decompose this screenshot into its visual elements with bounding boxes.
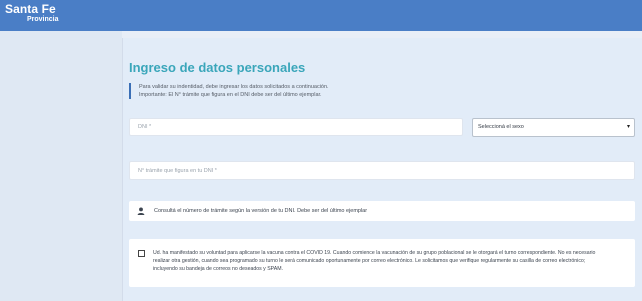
dni-field[interactable] [129,118,463,136]
sexo-select-value: Seleccioná el sexo [478,124,524,130]
left-panel [0,31,122,301]
tramite-info-link[interactable]: Consultá el número de trámite según la v… [129,201,635,221]
notice-line-1: Para validar su indentidad, debe ingresa… [139,84,329,90]
logo-main-text: Santa Fe [5,2,56,16]
consent-box: Ud. ha manifestado su voluntad para apli… [129,239,635,287]
consent-text: Ud. ha manifestado su voluntad para apli… [153,249,623,273]
consent-line-3: incluyendo su bandeja de correos no dese… [153,266,283,272]
tramite-input[interactable] [130,162,634,179]
identity-notice: Para validar su indentidad, debe ingresa… [129,83,429,99]
santa-fe-logo[interactable]: Santa Fe Provincia [5,3,59,23]
notice-line-2: Importante: El N° trámite que figura en … [139,92,322,98]
logo-sub-text: Provincia [27,16,59,23]
page-title: Ingreso de datos personales [129,60,306,75]
tramite-field[interactable] [129,161,635,180]
consent-line-2: realizar otra gestión, cuando sea progra… [153,258,586,264]
chevron-down-icon: ▾ [626,124,630,130]
sexo-select[interactable]: Seleccioná el sexo ▾ [472,118,635,137]
dni-input[interactable] [130,119,462,135]
top-bar: Santa Fe Provincia [0,0,642,31]
info-text: Consultá el número de trámite según la v… [154,208,368,214]
user-icon [137,207,145,215]
consent-line-1: Ud. ha manifestado su voluntad para apli… [153,250,596,256]
consent-checkbox[interactable] [138,250,145,257]
